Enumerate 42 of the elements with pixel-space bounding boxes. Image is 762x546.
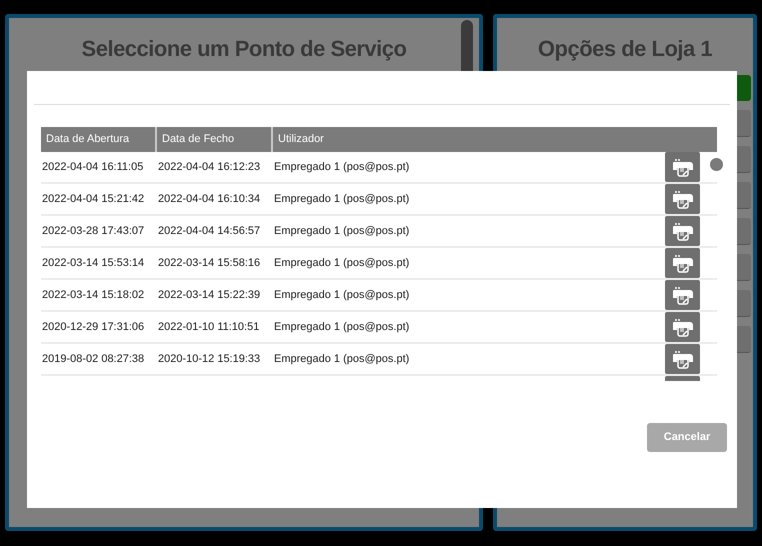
table-cell-text: 2022-04-04 15:21:42 xyxy=(41,192,146,207)
print-button[interactable] xyxy=(665,312,700,342)
table-cell-text: 2022-03-14 15:22:39 xyxy=(157,288,262,303)
table-cell-text: Empregado 1 (pos@pos.pt) xyxy=(273,192,410,207)
column-header: Utilizador xyxy=(277,132,325,148)
print-button[interactable] xyxy=(665,280,700,310)
table-cell-text: Empregado 1 (pos@pos.pt) xyxy=(273,320,410,335)
table-cell-text: Empregado 1 (pos@pos.pt) xyxy=(273,352,410,367)
column-header: Data de Fecho xyxy=(157,127,273,152)
print-button[interactable] xyxy=(665,344,700,374)
table-cell-text: 2022-03-28 17:43:07 xyxy=(41,224,146,239)
panel-title: Opções de Loja 1 xyxy=(538,35,712,63)
print-button[interactable] xyxy=(665,248,700,278)
column-header: Data de Abertura xyxy=(41,127,157,152)
printer-icon xyxy=(670,157,695,177)
table-cell-text: 2022-04-04 16:10:34 xyxy=(157,192,262,207)
table-cell-text: 2022-03-14 15:58:16 xyxy=(157,256,262,271)
table-cell-text: Empregado 1 (pos@pos.pt) xyxy=(273,256,410,271)
table-cell-text: Empregado 1 (pos@pos.pt) xyxy=(273,288,410,303)
table-cell-text: 2022-03-14 15:18:02 xyxy=(41,288,146,303)
table-cell-text: 2022-04-04 14:56:57 xyxy=(157,224,262,239)
printer-icon xyxy=(670,285,695,305)
printer-icon xyxy=(670,253,695,273)
printer-icon xyxy=(670,221,695,241)
table-cell-text: 2019-08-02 08:27:38 xyxy=(41,352,146,367)
printer-icon xyxy=(670,317,695,337)
printer-icon xyxy=(670,189,695,209)
print-button[interactable] xyxy=(665,216,700,246)
panel-title: Seleccione um Ponto de Serviço xyxy=(82,35,406,63)
table-cell-text: 2022-04-04 16:12:23 xyxy=(157,160,262,175)
table-cell-text: Empregado 1 (pos@pos.pt) xyxy=(273,160,410,175)
scroll-indicator[interactable] xyxy=(710,158,723,171)
cancel-button[interactable]: Cancelar xyxy=(647,423,727,452)
print-button[interactable] xyxy=(665,152,700,182)
print-button[interactable] xyxy=(665,184,700,214)
table-cell-text: 2020-10-12 15:19:33 xyxy=(157,352,262,367)
table-cell-text: Empregado 1 (pos@pos.pt) xyxy=(273,224,410,239)
table-cell-text: 2020-12-29 17:31:06 xyxy=(41,320,146,335)
printer-icon xyxy=(670,349,695,369)
table-cell-text: 2022-04-04 16:11:05 xyxy=(41,160,144,175)
table-cell-text: 2022-01-10 11:10:51 xyxy=(157,320,260,335)
table-cell-text: 2022-03-14 15:53:14 xyxy=(41,256,146,271)
